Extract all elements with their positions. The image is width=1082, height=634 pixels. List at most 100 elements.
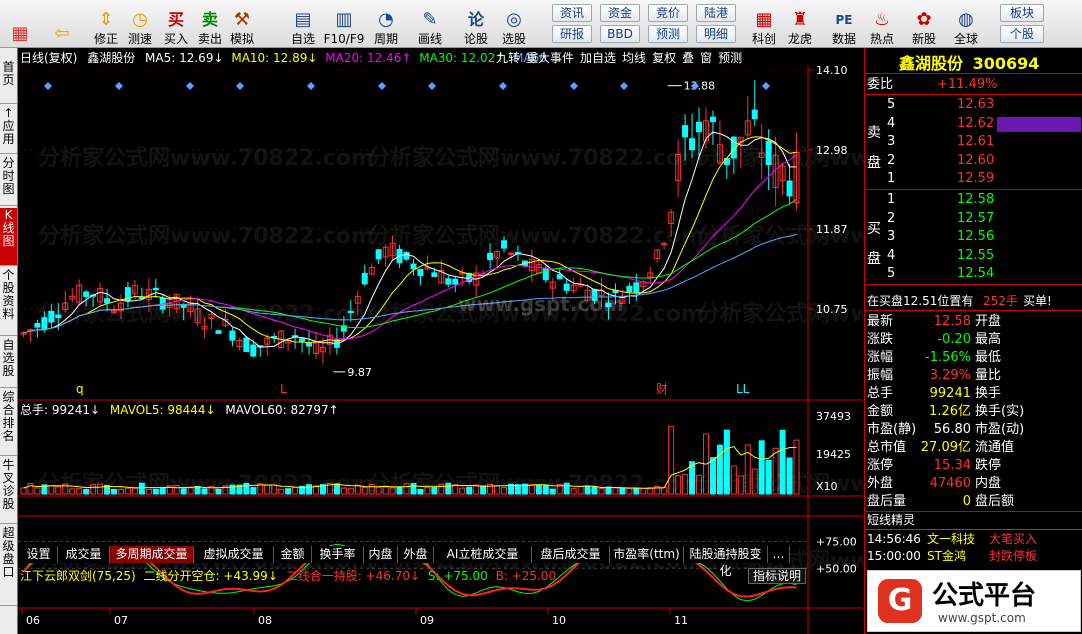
toolbar-small-button[interactable]: 板块	[1000, 4, 1044, 22]
volume-bar	[793, 439, 800, 495]
toolbar-button-新股[interactable]: ✿ 新股	[906, 2, 942, 47]
bottom-tab-10[interactable]: 市盈率(ttm)	[610, 546, 684, 563]
bottom-tab-5[interactable]: 换手率	[312, 546, 364, 563]
volume-bar	[535, 484, 542, 495]
toolbar-small-button[interactable]: BBD	[600, 25, 640, 43]
vtab-2[interactable]: 分时图	[0, 156, 17, 206]
toolbar-button-龙虎[interactable]: ♜ 龙虎	[782, 2, 818, 47]
toolbar-button-back-arrow-icon[interactable]: ⇦	[44, 2, 80, 46]
low-label: 9.87	[347, 366, 372, 379]
short-title[interactable]: 短线精灵	[867, 511, 915, 529]
toolbar-button-卖出[interactable]: 卖卖出	[192, 2, 228, 46]
bid-row: 5 12.54	[865, 265, 1082, 283]
volume-bar	[375, 486, 382, 495]
candle-body	[786, 180, 793, 197]
candle-body	[507, 252, 514, 255]
toolbar-small-button[interactable]: 明细	[696, 25, 736, 43]
info-diamond-icon	[620, 82, 628, 90]
quote-stock-code: 300694	[972, 54, 1040, 73]
toolbar-small-button[interactable]: 资讯	[552, 4, 592, 22]
toolbar-button-画线[interactable]: ✎ 画线	[412, 2, 448, 47]
toolbar-button-修正[interactable]: ⇕ 修正	[88, 2, 124, 47]
bottom-tab-4[interactable]: 金额	[274, 546, 312, 563]
candle-body	[48, 310, 55, 323]
candle-body	[229, 330, 236, 341]
buy-icon: 买	[167, 10, 184, 29]
vtab-1[interactable]: ↑应用	[0, 106, 17, 154]
info-diamond-icon	[428, 82, 436, 90]
sell-label: 卖盘	[867, 125, 881, 171]
toolbar-label: 热点	[869, 32, 894, 46]
toolbar-button-grid-icon[interactable]: ▦	[2, 2, 38, 46]
volume-bar	[389, 487, 396, 495]
bottom-tab-12[interactable]: …	[768, 546, 790, 563]
toolbar-small-button[interactable]: 竞价	[648, 4, 688, 22]
toolbar-button-周期[interactable]: ◔ 周期	[368, 2, 404, 47]
vtab-4[interactable]: 个股资料	[0, 268, 17, 336]
folder-icon: ▤	[294, 9, 312, 30]
month-label: 10	[552, 614, 566, 627]
vtab-3[interactable]: K线图	[0, 208, 17, 266]
toolbar-button-数据[interactable]: PE 数据	[826, 2, 862, 46]
bottom-tab-6[interactable]: 内盘	[364, 546, 398, 563]
volume-bar	[243, 482, 250, 495]
volume-bar	[403, 483, 410, 495]
vtab-8[interactable]: 超级盘口	[0, 526, 17, 606]
toolbar-small-button[interactable]: 预测	[648, 25, 688, 43]
toolbar-button-买入[interactable]: 买买入	[158, 2, 194, 46]
volume-bar	[709, 457, 716, 495]
ask-level: 1	[887, 171, 896, 186]
toolbar-button-测速[interactable]: ◷ 测速	[122, 2, 158, 47]
bottom-tab-9[interactable]: 盘后成交量	[532, 546, 610, 563]
ask-volume-bar	[997, 116, 1081, 132]
toolbar-small-button[interactable]: 个股	[1000, 25, 1044, 43]
bottom-tab-7[interactable]: 外盘	[398, 546, 434, 563]
toolbar-button-自选[interactable]: ▤ 自选	[285, 2, 321, 47]
bottom-tab-11[interactable]: 陆股通持股变化	[684, 546, 768, 578]
toolbar-button-模拟[interactable]: ⚒ 模拟	[224, 2, 260, 47]
candle-body	[605, 302, 612, 308]
toolbar-button-热点[interactable]: ♨ 热点	[864, 2, 900, 47]
indicator-help-button[interactable]: 指标说明	[748, 568, 807, 584]
bottom-tab-3[interactable]: 虚拟成交量	[194, 546, 274, 563]
toolbar-small-button[interactable]: 资金	[600, 4, 640, 22]
vtab-5[interactable]: 自选股	[0, 338, 17, 388]
bottom-tab-1[interactable]: 成交量	[58, 546, 110, 563]
vtab-0[interactable]: 首页	[0, 60, 17, 104]
vtab-7[interactable]: 牛叉诊股	[0, 458, 17, 524]
bottom-tab-0[interactable]: 设置	[20, 546, 58, 563]
volume-bar	[501, 487, 508, 495]
month-label: 07	[114, 614, 128, 627]
volume-bar	[424, 486, 431, 495]
volume-bar	[285, 488, 292, 495]
quote-value: 15.34	[933, 458, 971, 473]
volume-bar	[549, 488, 556, 495]
chart-area[interactable]: 日线(复权) 鑫湖股份 MA5: 12.69↓ MA10: 12.89↓ MA2…	[18, 48, 1034, 634]
toolbar-small-button[interactable]: 陆港	[696, 4, 736, 22]
logo-text: 公式平台	[932, 581, 1037, 611]
toolbar-button-论股[interactable]: 论论股	[458, 2, 494, 46]
back-arrow-icon: ⇦	[54, 23, 70, 44]
position-row: 在买盘12.51位置有 252手 买单!	[865, 292, 1082, 310]
short-item[interactable]: 14:56:46 文一科技 大笔买入	[865, 530, 1082, 548]
short-item[interactable]: 15:00:00 ST金鸿 封跌停板	[865, 547, 1082, 565]
toolbar-button-科创[interactable]: ▦ 科创	[746, 2, 782, 47]
volume-bar	[145, 488, 152, 495]
candle-body	[487, 252, 494, 261]
candle-body	[34, 322, 41, 328]
vtab-6[interactable]: 综合排名	[0, 390, 17, 456]
volume-bar	[131, 487, 138, 495]
toolbar-button-全球[interactable]: ◍ 全球	[948, 2, 984, 47]
event-mark: LL	[736, 382, 750, 396]
quote-key: 市盈(静)	[867, 422, 917, 437]
volume-bar	[340, 487, 347, 495]
bid-level: 3	[887, 229, 896, 244]
toolbar-button-F10/F9[interactable]: ▥ F10/F9	[324, 2, 365, 47]
toolbar-small-button[interactable]: 研报	[552, 25, 592, 43]
bottom-tab-8[interactable]: AI立桩成交量	[434, 546, 532, 563]
candle-body	[152, 287, 159, 291]
toolbar-button-选股[interactable]: ◎ 选股	[496, 2, 532, 47]
ask-row: 2 12.60	[865, 152, 1082, 170]
toolbar-label: 周期	[373, 32, 398, 46]
bottom-tab-2[interactable]: 多周期成交量	[110, 546, 194, 563]
